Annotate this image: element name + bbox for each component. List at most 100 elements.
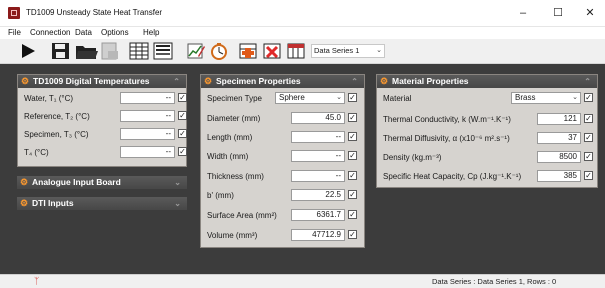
temp-t4-value[interactable]: -- bbox=[120, 146, 175, 158]
diameter-value[interactable]: 45.0 bbox=[291, 112, 345, 124]
temp-row-t4: T₄ (°C) -- ✓ bbox=[18, 144, 187, 160]
field-label: Diameter (mm) bbox=[207, 114, 261, 123]
material-select[interactable]: Brass ⌄ bbox=[511, 92, 581, 104]
menu-help[interactable]: Help bbox=[143, 28, 159, 37]
minimize-button[interactable]: – bbox=[508, 0, 538, 26]
chevron-down-icon[interactable]: ⌄ bbox=[174, 197, 181, 210]
surface-area-value[interactable]: 6361.7 bbox=[291, 209, 345, 221]
field-label: Length (mm) bbox=[207, 133, 253, 142]
chevron-up-icon[interactable]: ⌃ bbox=[173, 75, 180, 88]
field-label: Specific Heat Capacity, Cp (J.kg⁻¹.K⁻¹) bbox=[383, 172, 522, 181]
open-folder-icon[interactable] bbox=[75, 42, 99, 60]
length-value[interactable]: -- bbox=[291, 131, 345, 143]
menu-file[interactable]: File bbox=[8, 28, 21, 37]
field-label: Material bbox=[383, 94, 412, 103]
data-series-select[interactable]: Data Series 1 ⌄ bbox=[311, 44, 385, 58]
specimen-row: Thickness (mm) -- ✓ bbox=[201, 168, 364, 184]
density-value[interactable]: 8500 bbox=[537, 151, 581, 163]
panel-title: Specimen Properties bbox=[216, 76, 301, 86]
volume-checkbox[interactable]: ✓ bbox=[348, 230, 357, 239]
specimen-type-select[interactable]: Sphere ⌄ bbox=[275, 92, 345, 104]
temp-water-value[interactable]: -- bbox=[120, 92, 175, 104]
thickness-value[interactable]: -- bbox=[291, 170, 345, 182]
close-button[interactable]: ✕ bbox=[575, 0, 605, 26]
temp-reference-value[interactable]: -- bbox=[120, 110, 175, 122]
panel-header[interactable]: ⚙ TD1009 Digital Temperatures ⌃ bbox=[18, 75, 186, 88]
specimen-type-checkbox[interactable]: ✓ bbox=[348, 93, 357, 102]
panel-title: TD1009 Digital Temperatures bbox=[33, 76, 150, 86]
material-prop-row: Thermal Diffusivity, α (x10⁻⁶ m².s⁻¹) 37… bbox=[377, 130, 597, 146]
material-checkbox[interactable]: ✓ bbox=[584, 93, 593, 102]
temp-row-specimen: Specimen, T₃ (°C) -- ✓ bbox=[18, 126, 187, 142]
series-table-icon[interactable] bbox=[286, 42, 306, 60]
temp-reference-checkbox[interactable]: ✓ bbox=[178, 111, 187, 120]
panel-header[interactable]: ⚙ Specimen Properties ⌃ bbox=[201, 75, 364, 88]
menu-bar: File Connection Data Options Help bbox=[0, 27, 605, 39]
data-series-value: Data Series 1 bbox=[314, 46, 360, 55]
field-label: Volume (mm³) bbox=[207, 231, 258, 240]
toolbar: Data Series 1 ⌄ bbox=[0, 39, 605, 64]
thermal-diffusivity-checkbox[interactable]: ✓ bbox=[584, 133, 593, 142]
length-checkbox[interactable]: ✓ bbox=[348, 132, 357, 141]
window-title: TD1009 Unsteady State Heat Transfer bbox=[26, 8, 163, 17]
material-prop-row: Specific Heat Capacity, Cp (J.kg⁻¹.K⁻¹) … bbox=[377, 168, 597, 184]
chevron-down-icon: ⌄ bbox=[572, 94, 578, 101]
panel-title: Analogue Input Board bbox=[32, 177, 121, 187]
field-label: Thermal Conductivity, k (W.m⁻¹.K⁻¹) bbox=[383, 115, 511, 124]
menu-connection[interactable]: Connection bbox=[30, 28, 70, 37]
thickness-checkbox[interactable]: ✓ bbox=[348, 171, 357, 180]
field-label: Water, T₁ (°C) bbox=[24, 94, 74, 103]
table-icon[interactable] bbox=[128, 42, 150, 60]
material-prop-row: Thermal Conductivity, k (W.m⁻¹.K⁻¹) 121 … bbox=[377, 111, 597, 127]
b-prime-value[interactable]: 22.5 bbox=[291, 189, 345, 201]
gear-icon: ⚙ bbox=[20, 177, 29, 187]
edit-chart-icon[interactable] bbox=[186, 42, 206, 60]
field-label: Reference, T₂ (°C) bbox=[24, 112, 90, 121]
thermal-conductivity-value[interactable]: 121 bbox=[537, 113, 581, 125]
volume-value[interactable]: 47712.9 bbox=[291, 229, 345, 241]
chevron-up-icon[interactable]: ⌃ bbox=[584, 75, 591, 88]
delete-series-icon[interactable] bbox=[262, 42, 282, 60]
surface-area-checkbox[interactable]: ✓ bbox=[348, 210, 357, 219]
thermal-conductivity-checkbox[interactable]: ✓ bbox=[584, 114, 593, 123]
specimen-row: Volume (mm³) 47712.9 ✓ bbox=[201, 227, 364, 243]
timer-icon[interactable] bbox=[208, 42, 230, 60]
b-prime-checkbox[interactable]: ✓ bbox=[348, 190, 357, 199]
specific-heat-value[interactable]: 385 bbox=[537, 170, 581, 182]
panel-dti-inputs[interactable]: ⚙ DTI Inputs ⌄ bbox=[17, 197, 187, 210]
panel-analogue-input-board[interactable]: ⚙ Analogue Input Board ⌄ bbox=[17, 176, 187, 189]
chart-icon[interactable] bbox=[152, 42, 174, 60]
panel-header[interactable]: ⚙ Material Properties ⌃ bbox=[377, 75, 597, 88]
thermal-diffusivity-value[interactable]: 37 bbox=[537, 132, 581, 144]
app-icon bbox=[8, 7, 20, 19]
width-value[interactable]: -- bbox=[291, 150, 345, 162]
specimen-type-row: Specimen Type Sphere ⌄ ✓ bbox=[201, 90, 364, 106]
field-label: Thermal Diffusivity, α (x10⁻⁶ m².s⁻¹) bbox=[383, 134, 510, 143]
field-label: Thickness (mm) bbox=[207, 172, 264, 181]
save-icon[interactable] bbox=[50, 42, 72, 60]
specimen-row: Surface Area (mm²) 6361.7 ✓ bbox=[201, 207, 364, 223]
menu-options[interactable]: Options bbox=[101, 28, 129, 37]
material-value: Brass bbox=[515, 93, 536, 102]
field-label: Width (mm) bbox=[207, 152, 249, 161]
chevron-down-icon[interactable]: ⌄ bbox=[174, 176, 181, 189]
temp-t4-checkbox[interactable]: ✓ bbox=[178, 147, 187, 156]
temp-specimen-value[interactable]: -- bbox=[120, 128, 175, 140]
temp-specimen-checkbox[interactable]: ✓ bbox=[178, 129, 187, 138]
add-series-icon[interactable] bbox=[238, 42, 258, 60]
specimen-type-value: Sphere bbox=[279, 93, 305, 102]
diameter-checkbox[interactable]: ✓ bbox=[348, 113, 357, 122]
chevron-up-icon[interactable]: ⌃ bbox=[351, 75, 358, 88]
width-checkbox[interactable]: ✓ bbox=[348, 151, 357, 160]
play-icon[interactable] bbox=[18, 42, 38, 60]
specimen-row: Diameter (mm) 45.0 ✓ bbox=[201, 110, 364, 126]
temp-water-checkbox[interactable]: ✓ bbox=[178, 93, 187, 102]
specific-heat-checkbox[interactable]: ✓ bbox=[584, 171, 593, 180]
menu-data[interactable]: Data bbox=[75, 28, 92, 37]
export-icon[interactable] bbox=[99, 42, 121, 60]
maximize-button[interactable]: ☐ bbox=[543, 0, 573, 26]
gear-icon: ⚙ bbox=[20, 198, 29, 208]
status-text: Data Series : Data Series 1, Rows : 0 bbox=[432, 277, 557, 286]
temp-row-water: Water, T₁ (°C) -- ✓ bbox=[18, 90, 187, 106]
density-checkbox[interactable]: ✓ bbox=[584, 152, 593, 161]
